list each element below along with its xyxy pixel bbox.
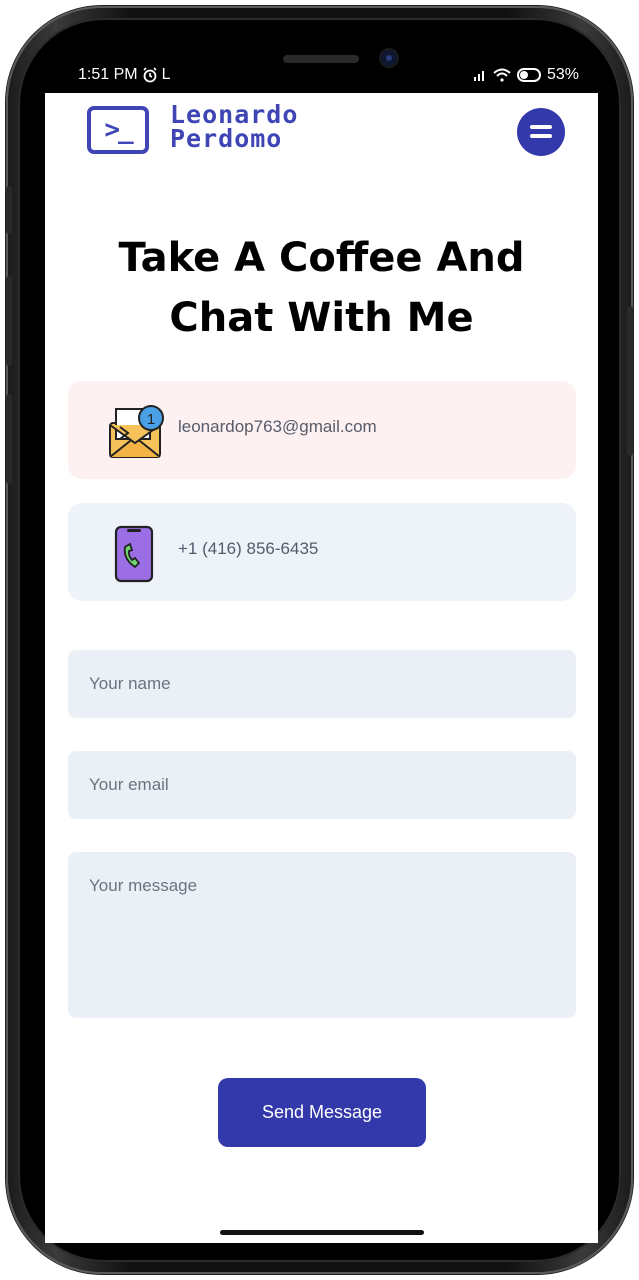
- menu-button[interactable]: [517, 108, 565, 156]
- envelope-icon: 1: [109, 405, 164, 458]
- status-bar: 1:51 PM L 53%: [78, 66, 579, 84]
- send-message-button[interactable]: Send Message: [218, 1078, 426, 1147]
- signal-icon: [473, 71, 484, 81]
- battery-percent: 53%: [546, 66, 579, 83]
- alarm-icon: [143, 67, 157, 83]
- logo-last-name: Perdomo: [170, 124, 283, 153]
- hamburger-icon: [530, 125, 552, 129]
- browser-screen: >_ Leonardo Perdomo Take A Coffee And Ch…: [45, 93, 598, 1243]
- volume-up-button: [6, 276, 12, 366]
- wifi-icon: [493, 68, 511, 82]
- home-indicator[interactable]: [220, 1230, 424, 1235]
- status-letter: L: [161, 66, 171, 83]
- status-time: 1:51 PM: [78, 66, 138, 83]
- email-badge-count: 1: [147, 411, 155, 428]
- phone-contact-card[interactable]: +1 (416) 856-6435: [68, 503, 576, 601]
- email-contact-card[interactable]: 1 leonardop763@gmail.com: [68, 381, 576, 479]
- email-input[interactable]: [68, 751, 576, 819]
- name-input[interactable]: [68, 650, 576, 718]
- contact-phone[interactable]: +1 (416) 856-6435: [178, 539, 318, 559]
- title-line-1: Take A Coffee And: [118, 235, 525, 281]
- smartphone-call-icon: [114, 525, 154, 583]
- battery-icon: [516, 68, 541, 82]
- page-title: Take A Coffee And Chat With Me: [45, 228, 598, 348]
- site-logo-text[interactable]: Leonardo Perdomo: [170, 102, 298, 153]
- earpiece-speaker: [283, 55, 359, 63]
- site-header: >_ Leonardo Perdomo: [45, 93, 598, 173]
- hamburger-icon-bar: [530, 134, 552, 138]
- power-button: [627, 306, 633, 456]
- front-camera: [381, 50, 397, 66]
- terminal-logo-icon[interactable]: >_: [87, 106, 149, 154]
- contact-email[interactable]: leonardop763@gmail.com: [178, 417, 377, 437]
- title-line-2: Chat With Me: [169, 295, 474, 341]
- message-textarea[interactable]: [68, 852, 576, 1018]
- volume-down-button: [6, 394, 12, 484]
- side-button: [6, 186, 12, 234]
